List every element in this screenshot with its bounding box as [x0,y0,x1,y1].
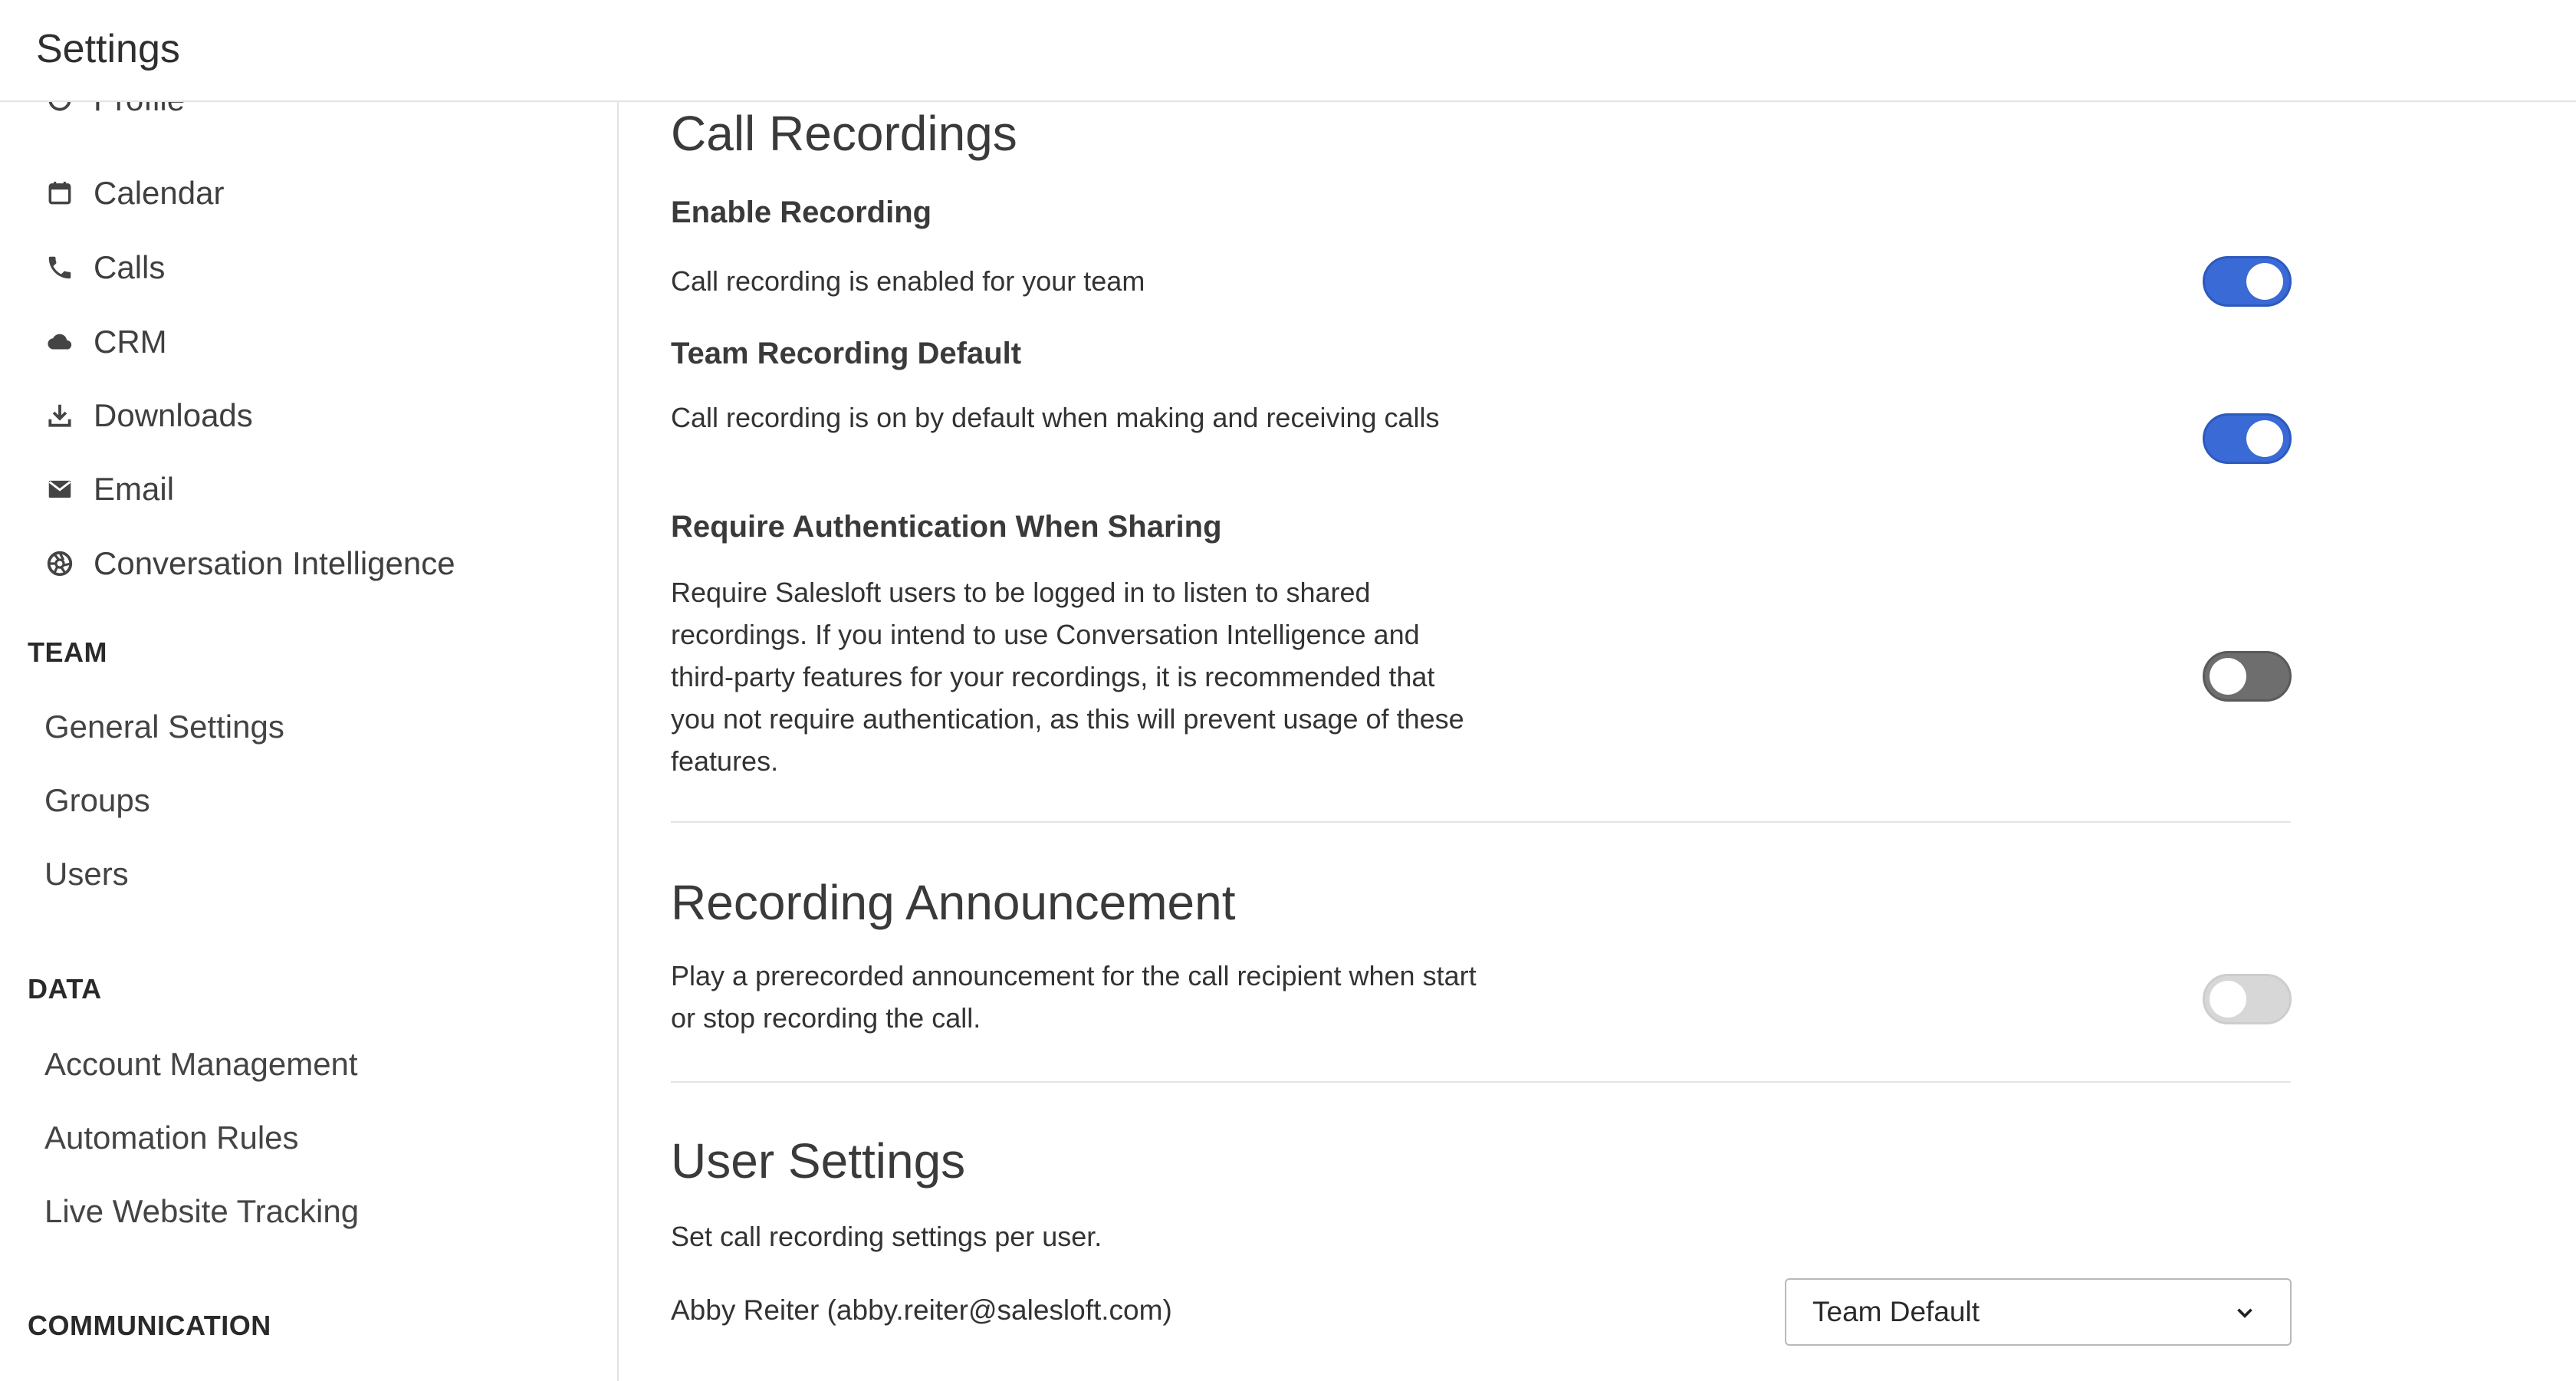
sidebar-item-label: Profile [94,102,185,118]
team-recording-default-heading: Team Recording Default [671,337,1022,370]
sidebar-item-automation-rules[interactable]: Automation Rules [44,1111,299,1165]
page-title: Settings [36,27,180,71]
sidebar-item-account-management[interactable]: Account Management [44,1037,358,1091]
calendar-icon [43,176,77,210]
toggle-knob [2210,658,2246,695]
envelope-icon [43,472,77,506]
profile-icon [43,102,77,117]
phone-icon [43,251,77,284]
sidebar-item-general-settings[interactable]: General Settings [44,700,284,754]
app-header: Settings [0,0,2576,102]
sidebar-item-label: Email [94,471,175,507]
team-recording-default-description: Call recording is on by default when mak… [671,402,1440,433]
select-value: Team Default [1812,1296,1980,1327]
sidebar-item-calendar[interactable]: Calendar [43,166,224,220]
enable-recording-heading: Enable Recording [671,196,932,229]
recording-announcement-description: Play a prerecorded announcement for the … [671,960,1477,1034]
sidebar-item-label: Downloads [94,397,253,433]
sidebar-item-crm[interactable]: CRM [43,315,167,369]
user-settings-description: Set call recording settings per user. [671,1221,1102,1252]
cloud-icon [43,325,77,359]
settings-content: Call Recordings Enable Recording Call re… [620,102,2576,1381]
sidebar-item-label: Calendar [94,175,225,211]
sidebar-item-label: CRM [94,324,167,360]
sidebar-section-data: DATA [28,973,102,1005]
require-authentication-heading: Require Authentication When Sharing [671,510,1222,544]
toggle-knob [2246,263,2283,300]
section-title-user-settings: User Settings [671,1133,966,1189]
recording-announcement-toggle[interactable] [2203,974,2292,1024]
chevron-down-icon [2237,1308,2252,1318]
toggle-knob [2210,981,2246,1018]
user-recording-setting-select[interactable]: Team Default [1785,1278,2292,1346]
section-title-recording-announcement: Recording Announcement [671,875,1236,930]
team-recording-default-toggle[interactable] [2203,413,2292,464]
sidebar-item-downloads[interactable]: Downloads [43,389,253,442]
sidebar-item-label: Conversation Intelligence [94,545,455,581]
sidebar-item-groups[interactable]: Groups [44,774,150,827]
user-row-name: Abby Reiter (abby.reiter@salesloft.com) [671,1294,1172,1326]
enable-recording-description: Call recording is enabled for your team [671,265,1145,297]
sidebar-item-conversation-intelligence[interactable]: Conversation Intelligence [43,537,455,590]
section-divider [671,821,2291,823]
sidebar-item-calls[interactable]: Calls [43,241,165,294]
enable-recording-toggle[interactable] [2203,256,2292,307]
require-authentication-toggle[interactable] [2203,651,2292,702]
download-icon [43,399,77,432]
toggle-knob [2246,420,2283,457]
sidebar-item-live-website-tracking[interactable]: Live Website Tracking [44,1185,359,1238]
section-title-call-recordings: Call Recordings [671,106,1017,161]
sidebar-item-email[interactable]: Email [43,462,174,516]
sidebar-section-communication: COMMUNICATION [28,1310,271,1341]
sidebar-item-profile[interactable]: Profile [43,102,185,127]
aperture-icon [43,547,77,580]
sidebar-item-users[interactable]: Users [44,847,129,901]
section-divider [671,1081,2291,1083]
require-authentication-description: Require Salesloft users to be logged in … [671,577,1464,777]
sidebar-section-team: TEAM [28,636,107,668]
settings-sidebar[interactable]: Profile Calendar Calls CRM Downloads Ema… [0,102,619,1381]
sidebar-item-label: Calls [94,249,166,285]
